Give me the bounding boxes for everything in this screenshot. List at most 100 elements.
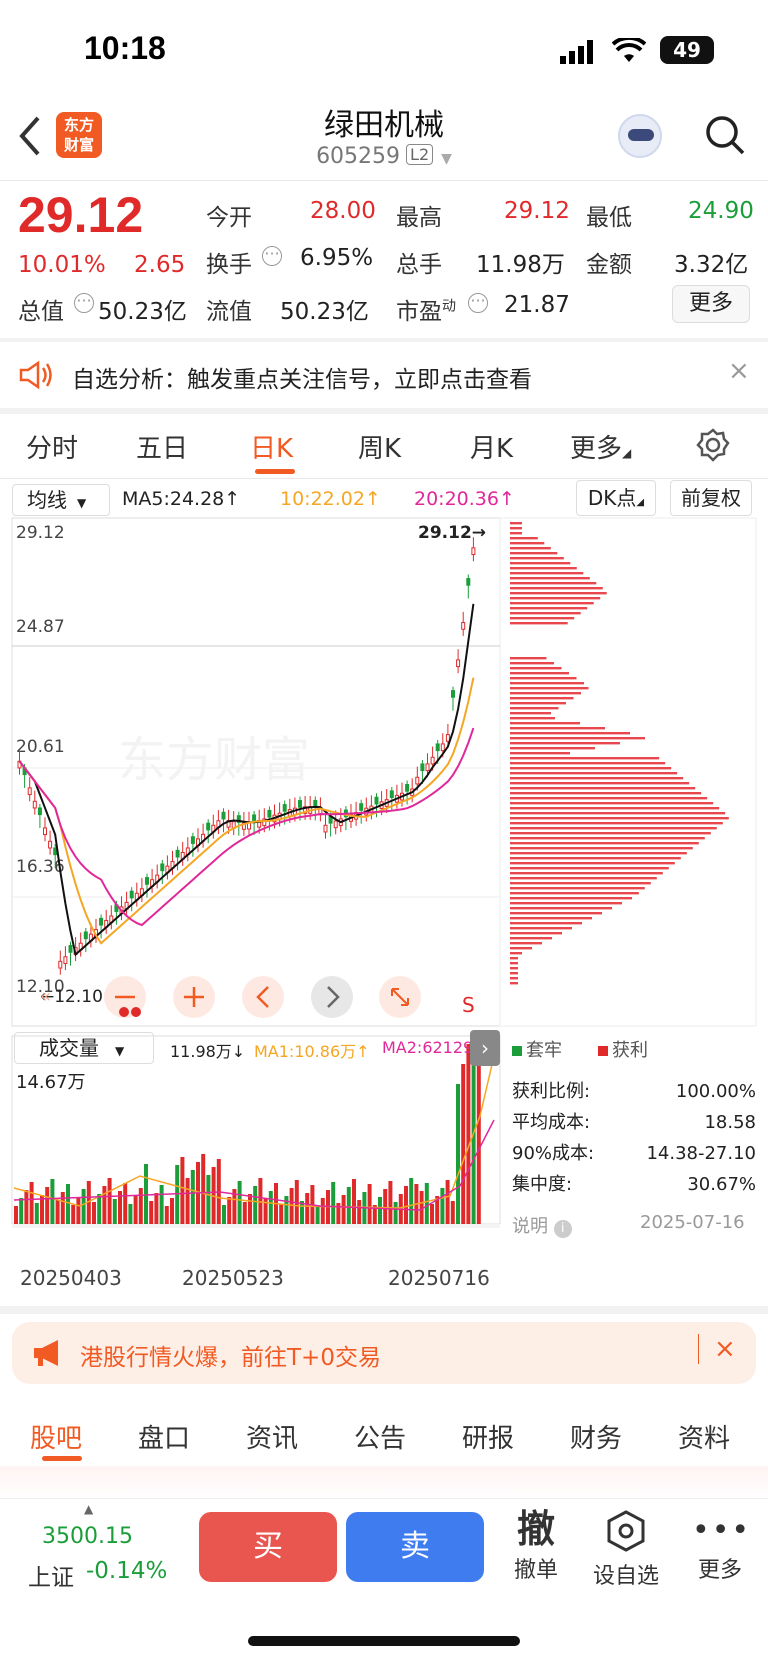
- tab-news[interactable]: 资讯: [246, 1418, 298, 1455]
- settings-gear-icon[interactable]: [696, 428, 730, 462]
- tab-forum[interactable]: 股吧: [30, 1418, 82, 1455]
- chip-bar: [510, 757, 660, 760]
- fullscreen-button[interactable]: [379, 976, 421, 1018]
- more-button[interactable]: ••• 更多: [692, 1510, 749, 1584]
- index-name[interactable]: 上证: [28, 1558, 74, 1592]
- tab-monthly-k[interactable]: 月K: [470, 428, 513, 465]
- volume-ma1: [13, 1055, 495, 1209]
- date-label-1: 20250403: [20, 1266, 122, 1290]
- chip-bar: [510, 717, 555, 720]
- chip-bar: [510, 567, 577, 570]
- high-value: 29.12: [504, 198, 570, 224]
- search-icon[interactable]: [704, 114, 746, 156]
- chip-bar: [510, 587, 603, 590]
- close-icon[interactable]: ×: [714, 1334, 736, 1364]
- chip-bar: [510, 847, 693, 850]
- candle: [420, 763, 425, 772]
- tab-daily-k[interactable]: 日K: [250, 428, 293, 465]
- chip-bar: [510, 902, 622, 905]
- candle: [456, 659, 461, 668]
- amount-label: 金额: [586, 252, 632, 278]
- volume-bar: [19, 1198, 24, 1224]
- tab-weekly-k[interactable]: 周K: [358, 428, 401, 465]
- volume-bar: [138, 1188, 143, 1224]
- y-axis-label: 24.87: [16, 617, 65, 637]
- dk-point-button[interactable]: DK点◢: [576, 480, 656, 516]
- chip-bar: [510, 697, 574, 700]
- volume-bar: [170, 1198, 174, 1224]
- chevron-up-icon[interactable]: ▲: [84, 1502, 93, 1516]
- tab-intraday[interactable]: 分时: [26, 428, 78, 465]
- tab-five-day[interactable]: 五日: [136, 428, 188, 465]
- candle: [99, 917, 104, 926]
- ma5-value: MA5:24.28↑: [122, 488, 241, 510]
- volume-bar: [357, 1200, 362, 1224]
- volume-bar: [237, 1181, 242, 1224]
- turnover-label: 换手: [206, 252, 252, 278]
- tab-research[interactable]: 研报: [462, 1418, 514, 1455]
- tab-orderbook[interactable]: 盘口: [138, 1418, 190, 1455]
- volume-bar: [24, 1190, 29, 1224]
- zoom-in-button[interactable]: [173, 976, 215, 1018]
- candle: [160, 863, 165, 872]
- y-axis-label: 20.61: [16, 737, 65, 757]
- candle: [415, 776, 420, 785]
- chip-bar: [510, 722, 580, 725]
- index-value[interactable]: 3500.15: [42, 1524, 133, 1549]
- candle: [129, 890, 134, 899]
- ad-text: 港股行情火爆，前往T+0交易: [80, 1345, 381, 1371]
- volume-bar: [466, 1044, 471, 1224]
- tab-more[interactable]: 更多◢: [570, 428, 631, 465]
- chip-note[interactable]: 说明 i: [512, 1212, 572, 1238]
- volume-bar: [180, 1157, 185, 1224]
- home-indicator: [248, 1636, 520, 1646]
- scroll-right-button[interactable]: [311, 976, 353, 1018]
- volume-bar: [456, 1084, 460, 1224]
- candle: [27, 787, 32, 796]
- volume-bar: [97, 1194, 102, 1224]
- volume-bar: [331, 1182, 336, 1224]
- adjust-button[interactable]: 前复权: [670, 480, 752, 516]
- candle: [175, 849, 180, 858]
- scroll-left-button[interactable]: [242, 976, 284, 1018]
- volume-ma1: MA1:10.86万↑: [254, 1042, 370, 1061]
- indicator-select[interactable]: 均线 ▼: [12, 484, 110, 516]
- info-icon[interactable]: ···: [262, 246, 282, 266]
- watermark: 东方财富: [118, 734, 310, 787]
- chip-bar: [510, 962, 518, 965]
- open-value: 28.00: [310, 198, 376, 224]
- signal-alert-banner[interactable]: 自选分析：触发重点关注信号，立即点击查看 ×: [0, 342, 768, 408]
- volume-bar: [378, 1197, 382, 1224]
- volume-bar: [14, 1206, 18, 1224]
- chip-bar: [510, 892, 639, 895]
- volume-bar: [476, 1044, 481, 1224]
- chip-bar: [510, 532, 522, 535]
- chip-bar: [510, 907, 612, 910]
- chip-bar: [510, 792, 702, 795]
- collapse-button[interactable]: «: [40, 986, 51, 1007]
- info-icon[interactable]: ···: [468, 293, 488, 313]
- close-icon[interactable]: ×: [728, 356, 750, 386]
- volume-bar: [305, 1193, 310, 1224]
- cancel-order-button[interactable]: 撤撤单: [506, 1506, 566, 1584]
- volume-indicator-select[interactable]: 成交量 ▼: [14, 1032, 154, 1064]
- chip-bar: [510, 577, 590, 580]
- hexagon-icon: [607, 1510, 645, 1552]
- tab-announcements[interactable]: 公告: [354, 1418, 406, 1455]
- volume-bar: [440, 1188, 445, 1224]
- buy-button[interactable]: 买: [199, 1512, 337, 1582]
- hk-trade-ad-banner[interactable]: 港股行情火爆，前往T+0交易 ×: [12, 1322, 756, 1384]
- chip-bar: [510, 922, 582, 925]
- expand-arrow-icon[interactable]: ›: [470, 1030, 500, 1066]
- add-watchlist-button[interactable]: 设自选: [590, 1510, 662, 1590]
- candle: [359, 803, 364, 811]
- tab-profile[interactable]: 资料: [678, 1418, 730, 1455]
- info-icon[interactable]: ···: [74, 293, 94, 313]
- more-quote-button[interactable]: 更多: [672, 285, 750, 323]
- robot-assistant-icon[interactable]: [618, 114, 662, 158]
- chip-bar: [510, 522, 522, 525]
- volume-bar: [107, 1178, 112, 1224]
- sell-button[interactable]: 卖: [346, 1512, 484, 1582]
- tab-finance[interactable]: 财务: [570, 1418, 622, 1455]
- volume-bar: [81, 1189, 86, 1224]
